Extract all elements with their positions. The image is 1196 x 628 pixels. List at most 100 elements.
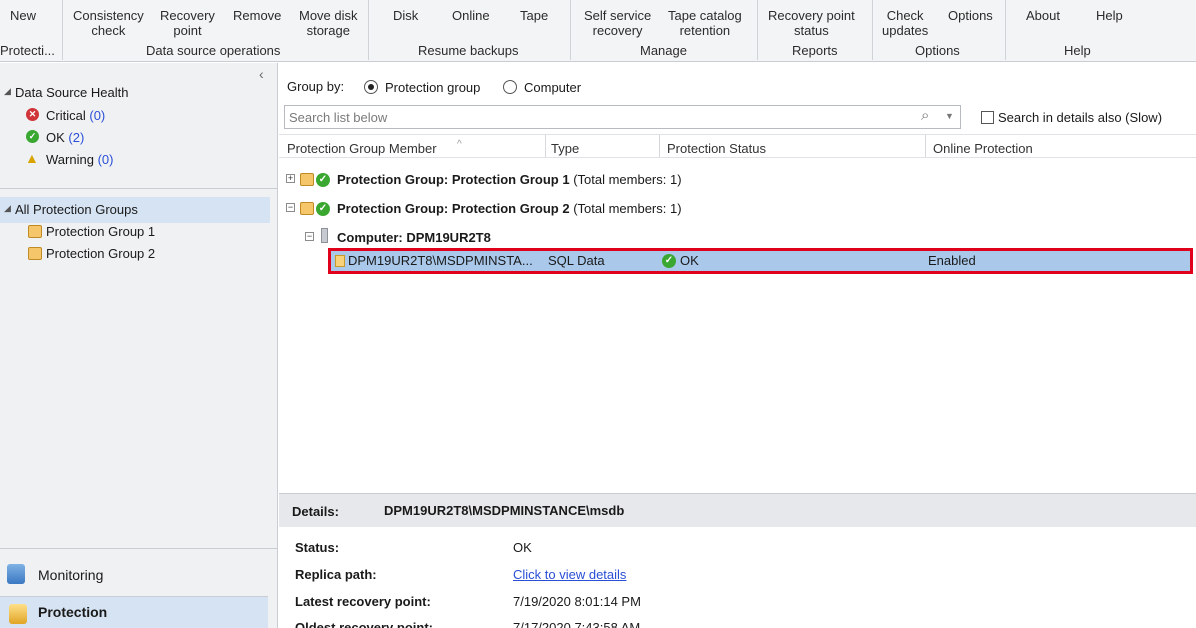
options-label: Options (948, 8, 993, 23)
recovery-point-label-2: point (173, 23, 202, 38)
computer-icon (321, 228, 328, 243)
column-header-type[interactable]: Type (551, 141, 579, 156)
ribbon-separator (570, 0, 571, 60)
column-separator[interactable] (659, 135, 660, 157)
remove-button[interactable]: Remove (233, 8, 281, 23)
details-header: Details: DPM19UR2T8\MSDPMINSTANCE\msdb (279, 493, 1196, 527)
main-pane: Group by: Protection group Computer Sear… (279, 63, 1196, 628)
status-label: Status: (295, 540, 340, 555)
tape-catalog-retention-button[interactable]: Tape catalog retention (668, 8, 742, 38)
check-updates-button[interactable]: Check updates (882, 8, 928, 38)
protection-group-2-label: Protection Group 2 (46, 246, 156, 261)
online-label: Online (452, 8, 490, 23)
collapse-pane-icon[interactable]: ‹ (259, 66, 264, 82)
sort-icon: ^ (457, 139, 462, 150)
help-button[interactable]: Help (1096, 8, 1123, 23)
expand-icon[interactable]: + (286, 174, 295, 183)
table-row-selected[interactable]: DPM19UR2T8\MSDPMINSTA... SQL Data ✓ OK E… (331, 251, 1190, 271)
tape-catalog-label-1: Tape catalog (668, 8, 742, 23)
group-options: Options (915, 43, 960, 58)
radio-unselected-icon (503, 80, 517, 94)
chevron-down-icon[interactable]: ▼ (945, 111, 954, 121)
rp-status-label-2: status (794, 23, 829, 38)
group-by-option-protection-group: Protection group (385, 80, 481, 95)
move-disk-storage-button[interactable]: Move disk storage (299, 8, 358, 38)
replica-path-link[interactable]: Click to view details (513, 567, 626, 582)
divider (0, 548, 277, 549)
self-service-label-2: recovery (592, 23, 643, 38)
new-label: New (10, 8, 37, 23)
recovery-point-label-1: Recovery (160, 8, 215, 23)
ribbon-separator (62, 0, 63, 60)
protection-group-icon (28, 225, 42, 238)
data-source-health-title[interactable]: Data Source Health (15, 85, 128, 100)
protection-icon (9, 604, 27, 624)
workspace-protection[interactable]: Protection (0, 596, 268, 628)
tape-label: Tape (520, 8, 549, 23)
column-separator[interactable] (545, 135, 546, 157)
consistency-check-label-1: Consistency (73, 8, 144, 23)
critical-icon: ✕ (26, 108, 39, 121)
all-protection-groups-item[interactable]: ◢ All Protection Groups (0, 197, 270, 223)
new-button[interactable]: New (10, 8, 36, 23)
column-header-member[interactable]: Protection Group Member (287, 141, 437, 156)
group-resume-backups: Resume backups (418, 43, 519, 58)
search-placeholder: Search list below (289, 110, 388, 125)
check-updates-label-2: updates (882, 23, 929, 38)
warning-count: (0) (97, 152, 114, 167)
group-by-option-computer: Computer (524, 80, 582, 95)
protection-group-icon (300, 202, 314, 215)
tape-button[interactable]: Tape (520, 8, 548, 23)
row-online-protection: Enabled (928, 253, 976, 268)
radio-selected-icon (364, 80, 378, 94)
all-protection-groups-label: All Protection Groups (15, 202, 138, 217)
row-type: SQL Data (548, 253, 605, 268)
check-updates-label-1: Check (886, 8, 924, 23)
ok-status-icon: ✓ (316, 173, 330, 187)
remove-label: Remove (233, 8, 282, 23)
consistency-check-button[interactable]: Consistency check (73, 8, 144, 38)
group-1-members: (Total members: 1) (573, 172, 682, 187)
disk-button[interactable]: Disk (393, 8, 418, 23)
options-button[interactable]: Options (948, 8, 993, 23)
search-input[interactable]: Search list below ⌕ ▼ (284, 105, 961, 129)
checkbox-icon (981, 111, 994, 124)
search-details-label: Search in details also (Slow) (998, 110, 1163, 125)
status-value: OK (513, 540, 532, 555)
latest-recovery-point-label: Latest recovery point: (295, 594, 431, 609)
recovery-point-status-button[interactable]: Recovery point status (768, 8, 855, 38)
online-button[interactable]: Online (452, 8, 490, 23)
row-status: OK (680, 253, 699, 268)
ok-label: OK (46, 130, 65, 145)
column-header-protection-status[interactable]: Protection Status (667, 141, 766, 156)
latest-recovery-point-value: 7/19/2020 8:01:14 PM (513, 594, 641, 609)
collapse-arrow-icon[interactable]: ◢ (4, 86, 11, 97)
protection-group-1-label: Protection Group 1 (46, 224, 156, 239)
column-separator[interactable] (925, 135, 926, 157)
ok-count: (2) (68, 130, 85, 145)
warning-icon: ▲ (25, 150, 39, 166)
ok-icon: ✓ (26, 130, 39, 143)
monitoring-label: Monitoring (38, 567, 104, 583)
tape-catalog-label-2: retention (679, 23, 731, 38)
ribbon: New Protecti... Consistency check Recove… (0, 0, 1196, 62)
self-service-recovery-button[interactable]: Self service recovery (584, 8, 651, 38)
group-reports: Reports (792, 43, 838, 58)
move-disk-label-1: Move disk (299, 8, 358, 23)
ribbon-separator (872, 0, 873, 60)
search-icon[interactable]: ⌕ (921, 107, 929, 124)
about-button[interactable]: About (1026, 8, 1060, 23)
group-protection: Protecti... (0, 43, 55, 58)
group-1-name: Protection Group: Protection Group 1 (337, 172, 570, 187)
collapse-icon[interactable]: − (286, 203, 295, 212)
group-2-name: Protection Group: Protection Group 2 (337, 201, 570, 216)
oldest-recovery-point-value: 7/17/2020 7:43:58 AM (513, 620, 641, 628)
ribbon-separator (1005, 0, 1006, 60)
help-label: Help (1096, 8, 1123, 23)
column-header-online-protection[interactable]: Online Protection (933, 141, 1033, 156)
recovery-point-button[interactable]: Recovery point (160, 8, 215, 38)
group-help: Help (1064, 43, 1091, 58)
collapse-icon[interactable]: − (305, 232, 314, 241)
protection-group-icon (28, 247, 42, 260)
self-service-label-1: Self service (584, 8, 652, 23)
